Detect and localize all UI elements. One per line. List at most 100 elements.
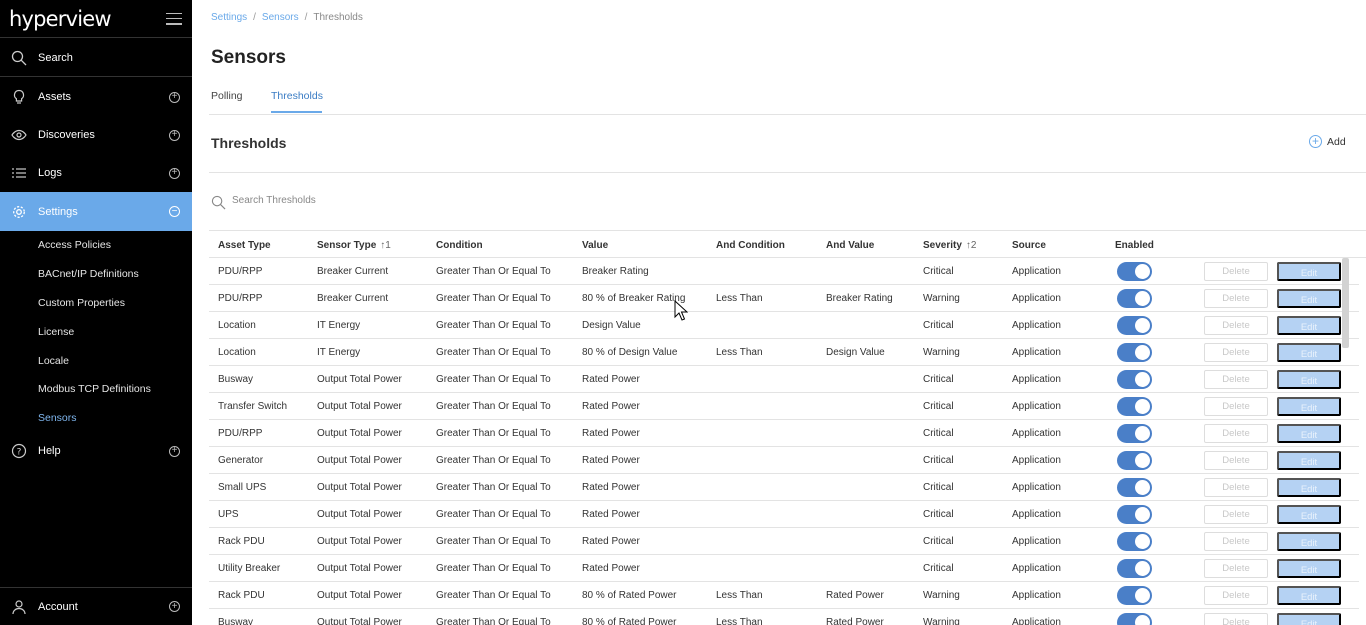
col-severity[interactable]: Severity ↑2 [923, 240, 976, 251]
delete-button[interactable]: Delete [1204, 451, 1268, 470]
cell-and-value: Breaker Rating [826, 293, 893, 304]
delete-button[interactable]: Delete [1204, 343, 1268, 362]
edit-button[interactable]: Edit [1277, 370, 1341, 389]
enabled-toggle[interactable] [1117, 478, 1152, 497]
enabled-toggle[interactable] [1117, 289, 1152, 308]
delete-button[interactable]: Delete [1204, 586, 1268, 605]
delete-button[interactable]: Delete [1204, 424, 1268, 443]
cell-value: Rated Power [582, 455, 640, 466]
edit-button[interactable]: Edit [1277, 586, 1341, 605]
cell-condition: Greater Than Or Equal To [436, 401, 551, 412]
col-source[interactable]: Source [1012, 240, 1046, 251]
sidebar-item-assets[interactable]: Assets + [0, 78, 192, 116]
cell-asset-type: Small UPS [218, 482, 267, 493]
delete-button[interactable]: Delete [1204, 262, 1268, 281]
enabled-toggle[interactable] [1117, 262, 1152, 281]
edit-button[interactable]: Edit [1277, 505, 1341, 524]
cell-and-value: Rated Power [826, 617, 884, 625]
enabled-toggle[interactable] [1117, 613, 1152, 625]
sidebar-item-account[interactable]: Account + [0, 588, 192, 625]
delete-button[interactable]: Delete [1204, 478, 1268, 497]
search-icon [211, 195, 226, 215]
plus-circle-icon[interactable]: + [169, 129, 180, 141]
cell-sensor-type: Breaker Current [317, 266, 389, 277]
enabled-toggle[interactable] [1117, 505, 1152, 524]
delete-button[interactable]: Delete [1204, 532, 1268, 551]
add-threshold-button[interactable]: + Add [1309, 135, 1346, 148]
cell-severity: Critical [923, 428, 954, 439]
plus-circle-icon: + [1309, 135, 1322, 148]
sidebar-subitem-license[interactable]: License [38, 326, 74, 338]
cell-source: Application [1012, 347, 1061, 358]
col-and-condition[interactable]: And Condition [716, 240, 785, 251]
enabled-toggle[interactable] [1117, 316, 1152, 335]
edit-button[interactable]: Edit [1277, 532, 1341, 551]
edit-button[interactable]: Edit [1277, 451, 1341, 470]
col-value[interactable]: Value [582, 240, 608, 251]
plus-circle-icon[interactable]: + [169, 167, 180, 179]
sidebar-item-help[interactable]: ? Help + [0, 432, 192, 470]
sidebar-subitem-bacnet[interactable]: BACnet/IP Definitions [38, 268, 139, 280]
sidebar-search[interactable]: Search [0, 39, 192, 77]
delete-button[interactable]: Delete [1204, 505, 1268, 524]
enabled-toggle[interactable] [1117, 451, 1152, 470]
cell-asset-type: Location [218, 320, 256, 331]
cell-sensor-type: IT Energy [317, 320, 361, 331]
sidebar-subitem-modbus[interactable]: Modbus TCP Definitions [38, 383, 151, 395]
tab-thresholds[interactable]: Thresholds [271, 90, 323, 102]
enabled-toggle[interactable] [1117, 559, 1152, 578]
delete-button[interactable]: Delete [1204, 397, 1268, 416]
delete-button[interactable]: Delete [1204, 289, 1268, 308]
edit-button[interactable]: Edit [1277, 559, 1341, 578]
plus-circle-icon[interactable]: + [169, 601, 180, 612]
cell-severity: Critical [923, 563, 954, 574]
edit-button[interactable]: Edit [1277, 478, 1341, 497]
cell-severity: Warning [923, 590, 960, 601]
sidebar-item-logs[interactable]: Logs + [0, 154, 192, 192]
edit-button[interactable]: Edit [1277, 316, 1341, 335]
col-enabled[interactable]: Enabled [1115, 240, 1154, 251]
col-condition[interactable]: Condition [436, 240, 483, 251]
minus-circle-icon[interactable]: − [169, 206, 180, 217]
delete-button[interactable]: Delete [1204, 613, 1268, 625]
table-row: PDU/RPP Breaker Current Greater Than Or Eq… [209, 285, 1359, 312]
enabled-toggle[interactable] [1117, 424, 1152, 443]
cell-condition: Greater Than Or Equal To [436, 617, 551, 625]
col-sensor-type[interactable]: Sensor Type ↑1 [317, 240, 391, 251]
sidebar-item-discoveries[interactable]: Discoveries + [0, 116, 192, 154]
enabled-toggle[interactable] [1117, 586, 1152, 605]
enabled-toggle[interactable] [1117, 532, 1152, 551]
col-asset-type[interactable]: Asset Type [218, 240, 271, 251]
search-input[interactable] [232, 195, 632, 206]
table-scrollbar[interactable] [1342, 258, 1349, 348]
sidebar-subitem-access-policies[interactable]: Access Policies [38, 239, 111, 251]
breadcrumb-settings[interactable]: Settings [211, 12, 247, 23]
edit-button[interactable]: Edit [1277, 424, 1341, 443]
delete-button[interactable]: Delete [1204, 559, 1268, 578]
edit-button[interactable]: Edit [1277, 343, 1341, 362]
sidebar-item-settings[interactable]: Settings − [0, 192, 192, 231]
cell-severity: Warning [923, 617, 960, 625]
enabled-toggle[interactable] [1117, 343, 1152, 362]
sidebar-subitem-sensors[interactable]: Sensors [38, 412, 77, 424]
edit-button[interactable]: Edit [1277, 397, 1341, 416]
enabled-toggle[interactable] [1117, 370, 1152, 389]
table-row: Utility Breaker Output Total Power Greater… [209, 555, 1359, 582]
tab-polling[interactable]: Polling [211, 90, 243, 102]
delete-button[interactable]: Delete [1204, 370, 1268, 389]
enabled-toggle[interactable] [1117, 397, 1152, 416]
cell-asset-type: Busway [218, 617, 254, 625]
edit-button[interactable]: Edit [1277, 613, 1341, 625]
breadcrumb-sensors[interactable]: Sensors [262, 12, 299, 23]
sidebar-subitem-locale[interactable]: Locale [38, 355, 69, 367]
sidebar-subitem-custom-properties[interactable]: Custom Properties [38, 297, 125, 309]
edit-button[interactable]: Edit [1277, 262, 1341, 281]
edit-button[interactable]: Edit [1277, 289, 1341, 308]
col-and-value[interactable]: And Value [826, 240, 874, 251]
active-tab-indicator [271, 111, 322, 113]
plus-circle-icon[interactable]: + [169, 445, 180, 457]
menu-icon[interactable] [166, 12, 182, 25]
plus-circle-icon[interactable]: + [169, 91, 180, 103]
app-root: hyperview Search Assets + Discoveries + [0, 0, 1366, 625]
delete-button[interactable]: Delete [1204, 316, 1268, 335]
